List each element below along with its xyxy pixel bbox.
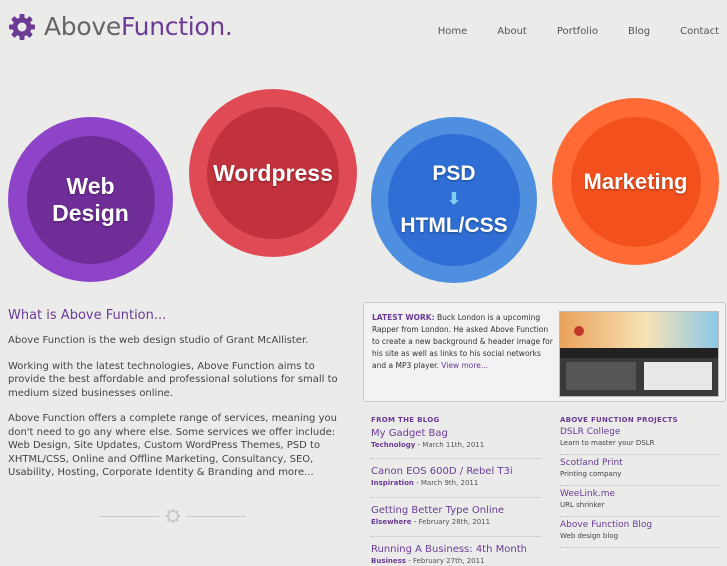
gear-icon [9, 13, 35, 40]
intro-paragraph-2: Working with the latest technologies, Ab… [8, 360, 338, 399]
projects-list: ABOVE FUNCTION PROJECTS DSLR College Lea… [560, 416, 720, 551]
intro-paragraph-3: Above Function offers a complete range o… [8, 413, 337, 478]
project-title: DSLR College [560, 427, 621, 437]
latest-work-screenshot[interactable] [559, 311, 719, 397]
blog-post-meta: Elsewhere - February 28th, 2011 [371, 517, 541, 527]
logo-text: AboveFunction. [44, 12, 233, 41]
blog-heading: FROM THE BLOG [371, 416, 440, 424]
gear-icon [165, 508, 181, 524]
blog-post-title: Getting Better Type Online [371, 505, 505, 516]
service-web-design-inner: Web Design [26, 135, 155, 264]
project-title: Above Function Blog [560, 520, 653, 530]
view-more-link[interactable]: View more... [441, 361, 488, 370]
service-web-design-label: Web Design [52, 173, 129, 226]
blog-post[interactable]: Running A Business: 4th Month Business -… [371, 537, 541, 566]
blog-post[interactable]: My Gadget Bag Technology - March 11th, 2… [371, 427, 541, 459]
blog-post-category: Inspiration [371, 479, 414, 487]
service-web-design[interactable]: Web Design [8, 117, 173, 282]
project-item[interactable]: Above Function Blog Web design blog [560, 520, 720, 548]
blog-post[interactable]: Canon EOS 600D / Rebel T3i Inspiration -… [371, 459, 541, 498]
blog-post-meta: Inspiration - March 9th, 2011 [371, 478, 541, 488]
blog-post-date: - March 11th, 2011 [417, 441, 485, 449]
blog-post-date: - February 28th, 2011 [413, 518, 491, 526]
project-item[interactable]: WeeLink.me URL shrinker [560, 489, 720, 517]
logo-text-light: Above [44, 12, 121, 41]
blog-post-date: - March 9th, 2011 [416, 479, 479, 487]
screenshot-panel-right [644, 362, 712, 390]
blog-post-title: Canon EOS 600D / Rebel T3i [371, 466, 513, 477]
blog-list: FROM THE BLOG My Gadget Bag Technology -… [371, 416, 541, 566]
service-marketing[interactable]: Marketing [552, 98, 719, 265]
blog-post-category: Elsewhere [371, 518, 412, 526]
blog-post-date: - February 27th, 2011 [408, 557, 485, 565]
service-web-design-line1: Web [66, 173, 115, 200]
blog-post[interactable]: Getting Better Type Online Elsewhere - F… [371, 498, 541, 537]
logo-text-strong: Function. [120, 12, 233, 41]
blog-post-category: Technology [371, 441, 416, 449]
project-item[interactable]: Scotland Print Printing company [560, 458, 720, 486]
divider-line-right [187, 515, 246, 517]
projects-heading: ABOVE FUNCTION PROJECTS [560, 416, 678, 424]
service-psd-html[interactable]: PSD ⬇ HTML/CSS [371, 117, 537, 283]
site-logo[interactable]: AboveFunction. [8, 12, 233, 41]
service-web-design-line2: Design [52, 199, 129, 226]
nav-blog[interactable]: Blog [628, 26, 650, 37]
intro-title: What is Above Funtion... [8, 308, 167, 323]
main-nav: Home About Portfolio Blog Contact [408, 26, 719, 37]
blog-post-meta: Technology - March 11th, 2011 [371, 440, 541, 450]
blog-post-meta: Business - February 27th, 2011 [371, 556, 541, 566]
latest-work-label: LATEST WORK: [372, 313, 435, 322]
project-description: Learn to master your DSLR [560, 439, 655, 447]
nav-portfolio[interactable]: Portfolio [557, 26, 598, 37]
section-divider [100, 508, 246, 524]
screenshot-panel-left [566, 362, 636, 390]
service-marketing-label: Marketing [583, 168, 688, 194]
latest-work-panel: LATEST WORK: Buck London is a upcoming R… [363, 302, 726, 402]
project-description: Printing company [560, 470, 622, 478]
service-html-label: HTML/CSS [400, 214, 508, 237]
project-description: Web design blog [560, 532, 619, 540]
project-item[interactable]: DSLR College Learn to master your DSLR [560, 427, 720, 455]
blog-post-title: My Gadget Bag [371, 428, 448, 439]
nav-contact[interactable]: Contact [680, 26, 719, 37]
site-header: AboveFunction. Home About Portfolio Blog… [0, 0, 727, 55]
screenshot-nav-bar [560, 348, 718, 358]
nav-home[interactable]: Home [438, 26, 468, 37]
service-psd-html-inner: PSD ⬇ HTML/CSS [388, 134, 520, 266]
service-wordpress-label: Wordpress [213, 159, 333, 186]
service-wordpress-inner: Wordpress [207, 107, 339, 239]
screenshot-figure [574, 326, 584, 336]
service-marketing-inner: Marketing [570, 116, 701, 247]
nav-about[interactable]: About [497, 26, 527, 37]
intro-section: What is Above Funtion... Above Function … [8, 308, 348, 492]
project-description: URL shrinker [560, 501, 605, 509]
project-title: WeeLink.me [560, 489, 616, 499]
project-title: Scotland Print [560, 458, 623, 468]
divider-line-left [100, 515, 159, 517]
latest-work-text: LATEST WORK: Buck London is a upcoming R… [372, 312, 553, 372]
service-psd-label: PSD [432, 161, 476, 185]
service-wordpress[interactable]: Wordpress [189, 89, 357, 257]
arrow-down-icon: ⬇ [447, 191, 461, 208]
intro-paragraph-1: Above Function is the web design studio … [8, 335, 309, 346]
blog-post-category: Business [371, 557, 406, 565]
